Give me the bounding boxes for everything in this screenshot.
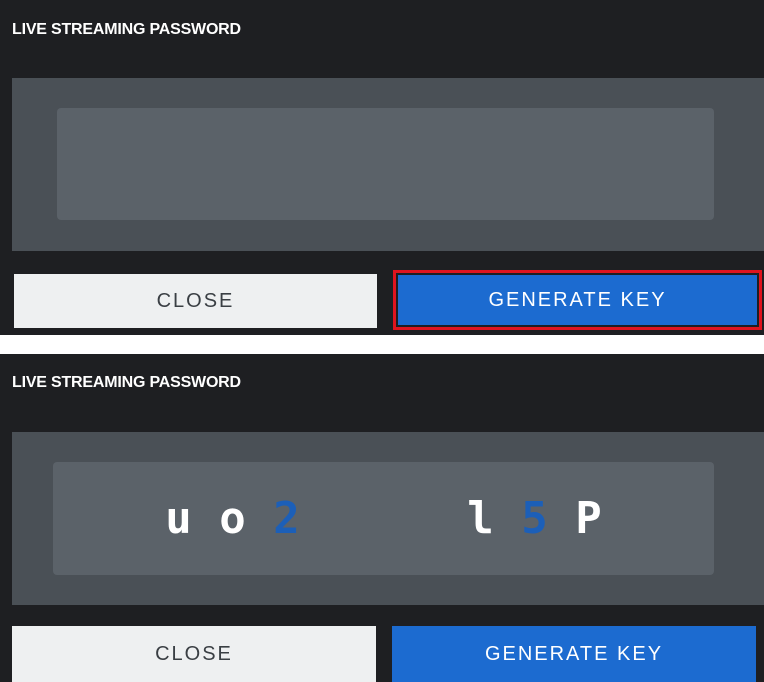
dialog-title: LIVE STREAMING PASSWORD [12,21,241,38]
key-char: 2 [273,493,300,544]
key-characters: u o 2 l 5 P [53,462,714,575]
key-display-area [12,78,764,251]
key-display-box: u o 2 l 5 P [53,462,714,575]
close-button[interactable]: CLOSE [14,274,377,328]
generate-key-button[interactable]: GENERATE KEY [392,626,756,682]
key-characters [57,108,714,220]
password-dialog-generated: LIVE STREAMING PASSWORD u o 2 l 5 P CLOS… [0,354,764,682]
key-char: l [467,493,494,544]
key-display-area: u o 2 l 5 P [12,432,764,605]
key-char: 5 [521,493,548,544]
key-char: u [165,493,192,544]
key-display-box [57,108,714,220]
key-char: P [575,493,602,544]
key-char: o [219,493,246,544]
generate-key-button[interactable]: GENERATE KEY [393,270,762,330]
close-button[interactable]: CLOSE [12,626,376,682]
dialog-title: LIVE STREAMING PASSWORD [12,374,241,391]
password-dialog-empty: LIVE STREAMING PASSWORD CLOSE GENERATE K… [0,0,764,335]
